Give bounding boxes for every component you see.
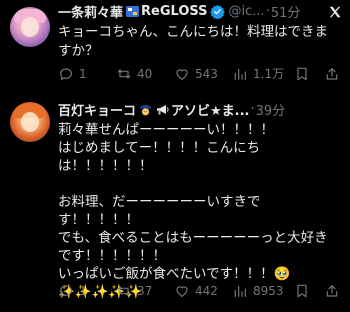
reply-count: 1 xyxy=(79,284,87,298)
avatar[interactable] xyxy=(10,102,50,142)
action-end xyxy=(294,283,340,299)
avatar-face xyxy=(21,17,39,37)
like-button[interactable]: 543 xyxy=(174,66,232,82)
reply-icon xyxy=(60,285,72,297)
group-name[interactable]: アソビ★ま... xyxy=(171,100,249,119)
retweet-icon xyxy=(117,68,131,79)
action-bar: 1 40 543 1.1万 xyxy=(58,65,342,82)
retweet-button[interactable]: 40 xyxy=(116,66,174,82)
action-end xyxy=(294,66,340,82)
view-count: 1.1万 xyxy=(253,67,285,81)
separator-dot: · xyxy=(250,101,255,117)
like-icon xyxy=(176,68,188,80)
action-bar: 1 37 442 8953 xyxy=(58,283,342,299)
avatar[interactable] xyxy=(10,7,50,47)
reply-button[interactable]: 1 xyxy=(58,66,116,82)
tweet[interactable]: 一条莉々華 ReGLOSS @ic... · 51分 キョーコちゃん、こんにちは… xyxy=(0,0,350,90)
megaphone-emoji-icon xyxy=(155,102,170,117)
verified-icon xyxy=(209,4,225,19)
reply-icon xyxy=(60,67,72,80)
timestamp[interactable]: 51分 xyxy=(271,2,301,21)
views-button[interactable]: 8953 xyxy=(232,283,290,299)
like-button[interactable]: 442 xyxy=(174,283,232,299)
views-icon xyxy=(234,285,246,297)
tweet-text: キョーコちゃん、こんにちは！料理はできますか？ xyxy=(58,24,328,59)
retweet-icon xyxy=(117,286,131,296)
tweet[interactable]: 百灯キョーコ アソビ★ま... · 39分 莉々華せんぱーーーーーい！！！！ は… xyxy=(0,95,350,312)
retweet-count: 37 xyxy=(137,284,153,298)
view-count: 8953 xyxy=(253,284,284,298)
like-icon xyxy=(176,286,188,297)
reply-button[interactable]: 1 xyxy=(58,283,116,299)
timestamp[interactable]: 39分 xyxy=(256,100,286,119)
display-name[interactable]: 百灯キョーコ xyxy=(58,100,136,119)
share-icon[interactable] xyxy=(324,66,340,82)
retweet-count: 40 xyxy=(137,66,153,81)
views-button[interactable]: 1.1万 xyxy=(232,65,290,82)
tweet-header: 百灯キョーコ アソビ★ま... · 39分 xyxy=(58,99,342,119)
like-count: 543 xyxy=(195,66,218,81)
bookmark-icon[interactable] xyxy=(294,283,310,299)
flag-emoji-icon xyxy=(125,4,140,19)
police-emoji-icon xyxy=(138,102,153,117)
share-icon[interactable] xyxy=(324,283,340,299)
avatar-face xyxy=(21,112,39,132)
retweet-button[interactable]: 37 xyxy=(116,283,174,299)
user-handle[interactable]: @ic... xyxy=(229,4,265,19)
separator-dot: · xyxy=(265,3,270,19)
reply-count: 1 xyxy=(79,66,87,81)
display-name[interactable]: 一条莉々華 xyxy=(58,2,123,21)
bookmark-icon[interactable] xyxy=(294,66,310,82)
like-count: 442 xyxy=(195,284,218,298)
views-icon xyxy=(234,68,246,80)
tweet-header: 一条莉々華 ReGLOSS @ic... · 51分 xyxy=(58,1,342,21)
x-logo-icon xyxy=(328,4,342,18)
tweet-text: 莉々華せんぱーーーーーい！！！！ はじめましてー！！！！こんにちは！！！！！！ … xyxy=(58,122,328,300)
group-name[interactable]: ReGLOSS xyxy=(141,4,208,19)
